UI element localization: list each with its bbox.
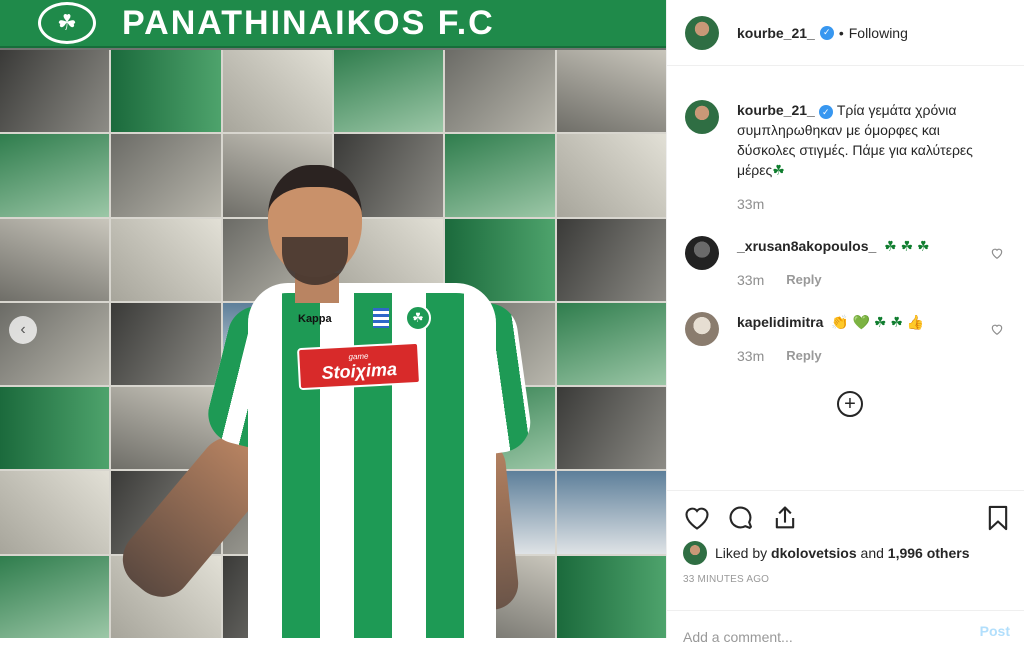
commenter-avatar[interactable] — [685, 312, 719, 346]
carousel-prev-button[interactable]: ‹ — [9, 316, 37, 344]
bookmark-icon[interactable] — [984, 504, 1012, 532]
reply-button[interactable]: Reply — [786, 270, 821, 290]
comment-item: kapelidimitra 👏 💚 ☘ ☘ 👍 33m Reply — [685, 312, 1008, 366]
club-badge-icon: ☘ — [405, 305, 431, 331]
caption-time[interactable]: 33m — [737, 194, 764, 214]
like-comment-heart-icon[interactable] — [990, 322, 1004, 336]
post-comment-button[interactable]: Post — [980, 623, 1010, 650]
banner-text: PANATHINAIKOS F.C — [122, 3, 495, 42]
instagram-post: ☘ PANATHINAIKOS F.C Kappa ☘ game Stoiχim… — [0, 0, 1024, 650]
commenter-avatar[interactable] — [685, 236, 719, 270]
comment-username[interactable]: kapelidimitra — [737, 314, 823, 330]
comment-item: _xrusan8akopoulos_ ☘ ☘ ☘ 33m Reply — [685, 236, 1008, 290]
post-side-panel: kourbe_21_ ✓ • Following kourbe_21_ ✓ Τρία… — [666, 0, 1024, 650]
green-white-jersey — [248, 283, 496, 638]
kit-brand-logo: Kappa — [298, 313, 332, 325]
greek-flag-icon — [373, 308, 389, 328]
sponsor-logo: game Stoiχima — [296, 341, 422, 391]
liker-avatar[interactable] — [683, 541, 707, 565]
club-banner: ☘ PANATHINAIKOS F.C — [0, 0, 666, 48]
author-avatar[interactable] — [685, 15, 719, 50]
load-more-comments-icon[interactable]: + — [837, 391, 863, 417]
share-icon[interactable] — [771, 504, 799, 532]
post-timestamp[interactable]: 33 MINUTES AGO — [683, 574, 769, 585]
comment-time[interactable]: 33m — [737, 270, 764, 290]
comment-username[interactable]: _xrusan8akopoulos_ — [737, 238, 876, 254]
player-figure: Kappa ☘ game Stoiχima — [110, 165, 550, 638]
add-comment-input[interactable] — [683, 623, 980, 650]
comments-list: kourbe_21_ ✓ Τρία γεμάτα χρόνια συμπληρωθη… — [667, 66, 1024, 490]
verified-badge-icon: ✓ — [819, 25, 834, 40]
separator-dot: • — [838, 24, 844, 41]
action-bar — [667, 490, 1024, 544]
comment-time[interactable]: 33m — [737, 346, 764, 366]
club-crest-icon: ☘ — [38, 2, 96, 44]
caption: kourbe_21_ ✓ Τρία γεμάτα χρόνια συμπληρωθη… — [685, 100, 1008, 214]
comment-icon[interactable] — [727, 504, 755, 532]
heart-icon[interactable] — [683, 504, 711, 532]
like-comment-heart-icon[interactable] — [990, 246, 1004, 260]
add-comment-bar: Post — [667, 610, 1024, 650]
comment-text: ☘ ☘ ☘ — [884, 238, 930, 254]
verified-badge-icon: ✓ — [818, 105, 833, 119]
sponsor-main-text: Stoiχima — [321, 358, 398, 383]
likes-prefix: Liked by — [715, 545, 768, 561]
post-photo[interactable]: ☘ PANATHINAIKOS F.C Kappa ☘ game Stoiχim… — [0, 0, 666, 638]
liker-username[interactable]: dkolovetsios — [771, 545, 857, 561]
post-header: kourbe_21_ ✓ • Following — [667, 0, 1024, 66]
following-button[interactable]: Following — [849, 25, 908, 41]
likes-count[interactable]: 1,996 others — [888, 545, 970, 561]
author-username[interactable]: kourbe_21_ — [737, 25, 815, 41]
caption-avatar[interactable] — [685, 100, 719, 134]
reply-button[interactable]: Reply — [786, 346, 821, 366]
clover-emoji: ☘ — [772, 162, 785, 178]
likes-middle: and — [860, 545, 884, 561]
caption-username[interactable]: kourbe_21_ — [737, 102, 815, 118]
likes-summary: Liked by dkolovetsios and 1,996 others — [683, 541, 970, 565]
comment-text: 👏 💚 ☘ ☘ 👍 — [831, 314, 925, 330]
